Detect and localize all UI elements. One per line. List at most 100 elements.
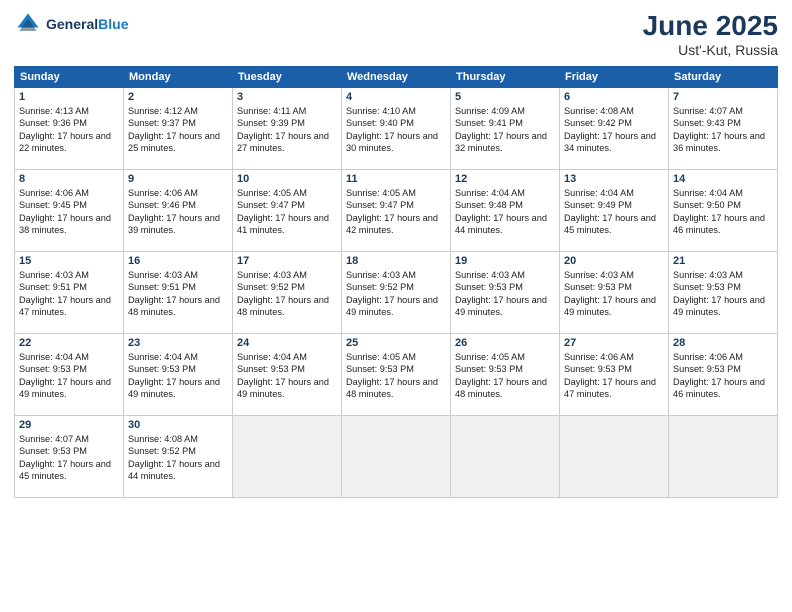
cell-info: Sunrise: 4:03 AMSunset: 9:51 PMDaylight:… bbox=[128, 270, 220, 317]
table-row: 18 Sunrise: 4:03 AMSunset: 9:52 PMDayligh… bbox=[342, 252, 451, 334]
table-row: 13Sunrise: 4:04 AMSunset: 9:49 PMDayligh… bbox=[560, 170, 669, 252]
day-number: 3 bbox=[237, 91, 337, 103]
table-row: 12Sunrise: 4:04 AMSunset: 9:48 PMDayligh… bbox=[451, 170, 560, 252]
table-row: 7 Sunrise: 4:07 AMSunset: 9:43 PMDaylight… bbox=[669, 88, 778, 170]
cell-info: Sunrise: 4:09 AMSunset: 9:41 PMDaylight:… bbox=[455, 106, 547, 153]
day-number: 5 bbox=[455, 91, 555, 103]
cell-info: Sunrise: 4:06 AMSunset: 9:53 PMDaylight:… bbox=[673, 352, 765, 399]
day-number: 9 bbox=[128, 173, 228, 185]
table-row bbox=[560, 416, 669, 498]
day-number: 29 bbox=[19, 419, 119, 431]
day-number: 14 bbox=[673, 173, 773, 185]
table-row bbox=[233, 416, 342, 498]
cell-info: Sunrise: 4:03 AMSunset: 9:51 PMDaylight:… bbox=[19, 270, 111, 317]
cell-info: Sunrise: 4:03 AMSunset: 9:52 PMDaylight:… bbox=[346, 270, 438, 317]
table-row: 4 Sunrise: 4:10 AMSunset: 9:40 PMDaylight… bbox=[342, 88, 451, 170]
day-number: 27 bbox=[564, 337, 664, 349]
day-number: 18 bbox=[346, 255, 446, 267]
table-row: 14 Sunrise: 4:04 AMSunset: 9:50 PMDayligh… bbox=[669, 170, 778, 252]
table-row: 11 Sunrise: 4:05 AMSunset: 9:47 PMDayligh… bbox=[342, 170, 451, 252]
table-row: 15 Sunrise: 4:03 AMSunset: 9:51 PMDayligh… bbox=[15, 252, 124, 334]
day-number: 22 bbox=[19, 337, 119, 349]
day-number: 8 bbox=[19, 173, 119, 185]
page: GeneralBlue June 2025 Ust'-Kut, Russia S… bbox=[0, 0, 792, 612]
cell-info: Sunrise: 4:08 AMSunset: 9:52 PMDaylight:… bbox=[128, 434, 220, 481]
cell-info: Sunrise: 4:03 AMSunset: 9:53 PMDaylight:… bbox=[455, 270, 547, 317]
day-number: 25 bbox=[346, 337, 446, 349]
day-number: 20 bbox=[564, 255, 664, 267]
col-saturday: Saturday bbox=[669, 67, 778, 88]
cell-info: Sunrise: 4:04 AMSunset: 9:50 PMDaylight:… bbox=[673, 188, 765, 235]
day-number: 2 bbox=[128, 91, 228, 103]
day-number: 10 bbox=[237, 173, 337, 185]
cell-info: Sunrise: 4:03 AMSunset: 9:53 PMDaylight:… bbox=[673, 270, 765, 317]
table-row: 26 Sunrise: 4:05 AMSunset: 9:53 PMDayligh… bbox=[451, 334, 560, 416]
day-number: 4 bbox=[346, 91, 446, 103]
cell-info: Sunrise: 4:13 AMSunset: 9:36 PMDaylight:… bbox=[19, 106, 111, 153]
table-row: 16 Sunrise: 4:03 AMSunset: 9:51 PMDayligh… bbox=[124, 252, 233, 334]
day-number: 16 bbox=[128, 255, 228, 267]
table-row: 10 Sunrise: 4:05 AMSunset: 9:47 PMDayligh… bbox=[233, 170, 342, 252]
location: Ust'-Kut, Russia bbox=[643, 42, 778, 58]
logo-icon bbox=[14, 10, 42, 38]
cell-info: Sunrise: 4:05 AMSunset: 9:47 PMDaylight:… bbox=[237, 188, 329, 235]
cell-info: Sunrise: 4:03 AMSunset: 9:52 PMDaylight:… bbox=[237, 270, 329, 317]
cell-info: Sunrise: 4:07 AMSunset: 9:43 PMDaylight:… bbox=[673, 106, 765, 153]
col-monday: Monday bbox=[124, 67, 233, 88]
cell-info: Sunrise: 4:10 AMSunset: 9:40 PMDaylight:… bbox=[346, 106, 438, 153]
day-number: 28 bbox=[673, 337, 773, 349]
calendar-row: 29 Sunrise: 4:07 AMSunset: 9:53 PMDayligh… bbox=[15, 416, 778, 498]
table-row: 25Sunrise: 4:05 AMSunset: 9:53 PMDayligh… bbox=[342, 334, 451, 416]
table-row bbox=[451, 416, 560, 498]
day-number: 7 bbox=[673, 91, 773, 103]
cell-info: Sunrise: 4:04 AMSunset: 9:48 PMDaylight:… bbox=[455, 188, 547, 235]
header: GeneralBlue June 2025 Ust'-Kut, Russia bbox=[14, 10, 778, 58]
calendar-header-row: Sunday Monday Tuesday Wednesday Thursday… bbox=[15, 67, 778, 88]
col-friday: Friday bbox=[560, 67, 669, 88]
cell-info: Sunrise: 4:08 AMSunset: 9:42 PMDaylight:… bbox=[564, 106, 656, 153]
cell-info: Sunrise: 4:07 AMSunset: 9:53 PMDaylight:… bbox=[19, 434, 111, 481]
table-row bbox=[669, 416, 778, 498]
cell-info: Sunrise: 4:05 AMSunset: 9:47 PMDaylight:… bbox=[346, 188, 438, 235]
table-row: 23 Sunrise: 4:04 AMSunset: 9:53 PMDayligh… bbox=[124, 334, 233, 416]
cell-info: Sunrise: 4:04 AMSunset: 9:53 PMDaylight:… bbox=[19, 352, 111, 399]
table-row: 29 Sunrise: 4:07 AMSunset: 9:53 PMDayligh… bbox=[15, 416, 124, 498]
cell-info: Sunrise: 4:05 AMSunset: 9:53 PMDaylight:… bbox=[455, 352, 547, 399]
col-sunday: Sunday bbox=[15, 67, 124, 88]
logo: GeneralBlue bbox=[14, 10, 128, 38]
cell-info: Sunrise: 4:11 AMSunset: 9:39 PMDaylight:… bbox=[237, 106, 329, 153]
day-number: 1 bbox=[19, 91, 119, 103]
calendar-row: 15 Sunrise: 4:03 AMSunset: 9:51 PMDayligh… bbox=[15, 252, 778, 334]
table-row: 22 Sunrise: 4:04 AMSunset: 9:53 PMDayligh… bbox=[15, 334, 124, 416]
table-row: 1 Sunrise: 4:13 AMSunset: 9:36 PMDaylight… bbox=[15, 88, 124, 170]
day-number: 21 bbox=[673, 255, 773, 267]
day-number: 15 bbox=[19, 255, 119, 267]
table-row: 2 Sunrise: 4:12 AMSunset: 9:37 PMDaylight… bbox=[124, 88, 233, 170]
month-title: June 2025 bbox=[643, 10, 778, 42]
calendar-row: 1 Sunrise: 4:13 AMSunset: 9:36 PMDaylight… bbox=[15, 88, 778, 170]
cell-info: Sunrise: 4:06 AMSunset: 9:45 PMDaylight:… bbox=[19, 188, 111, 235]
table-row: 20 Sunrise: 4:03 AMSunset: 9:53 PMDayligh… bbox=[560, 252, 669, 334]
cell-info: Sunrise: 4:12 AMSunset: 9:37 PMDaylight:… bbox=[128, 106, 220, 153]
col-wednesday: Wednesday bbox=[342, 67, 451, 88]
day-number: 6 bbox=[564, 91, 664, 103]
table-row: 27 Sunrise: 4:06 AMSunset: 9:53 PMDayligh… bbox=[560, 334, 669, 416]
table-row: 17Sunrise: 4:03 AMSunset: 9:52 PMDayligh… bbox=[233, 252, 342, 334]
calendar-table: Sunday Monday Tuesday Wednesday Thursday… bbox=[14, 66, 778, 498]
day-number: 30 bbox=[128, 419, 228, 431]
day-number: 19 bbox=[455, 255, 555, 267]
col-thursday: Thursday bbox=[451, 67, 560, 88]
calendar-row: 22 Sunrise: 4:04 AMSunset: 9:53 PMDayligh… bbox=[15, 334, 778, 416]
day-number: 23 bbox=[128, 337, 228, 349]
cell-info: Sunrise: 4:06 AMSunset: 9:53 PMDaylight:… bbox=[564, 352, 656, 399]
table-row: 8 Sunrise: 4:06 AMSunset: 9:45 PMDaylight… bbox=[15, 170, 124, 252]
col-tuesday: Tuesday bbox=[233, 67, 342, 88]
table-row: 3 Sunrise: 4:11 AMSunset: 9:39 PMDaylight… bbox=[233, 88, 342, 170]
day-number: 26 bbox=[455, 337, 555, 349]
cell-info: Sunrise: 4:06 AMSunset: 9:46 PMDaylight:… bbox=[128, 188, 220, 235]
cell-info: Sunrise: 4:04 AMSunset: 9:53 PMDaylight:… bbox=[128, 352, 220, 399]
cell-info: Sunrise: 4:04 AMSunset: 9:53 PMDaylight:… bbox=[237, 352, 329, 399]
cell-info: Sunrise: 4:03 AMSunset: 9:53 PMDaylight:… bbox=[564, 270, 656, 317]
day-number: 24 bbox=[237, 337, 337, 349]
day-number: 11 bbox=[346, 173, 446, 185]
